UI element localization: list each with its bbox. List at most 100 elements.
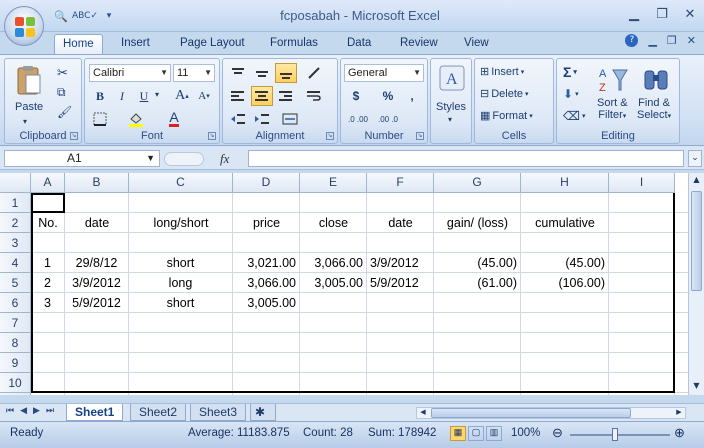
- print-preview-icon[interactable]: 🔍: [52, 7, 70, 25]
- insert-sheet-icon[interactable]: ✱: [250, 404, 276, 421]
- table-cell[interactable]: 3/9/2012: [370, 253, 430, 273]
- grow-font-icon[interactable]: A ▴: [171, 86, 193, 106]
- decrease-indent-icon[interactable]: [227, 109, 249, 129]
- table-cell[interactable]: short: [132, 253, 229, 273]
- table-cell[interactable]: 1: [34, 253, 61, 273]
- table-header-cell[interactable]: date: [367, 213, 434, 233]
- formula-input[interactable]: [248, 150, 684, 167]
- horizontal-scrollbar[interactable]: ◀ ▶: [416, 407, 686, 419]
- vertical-scrollbar[interactable]: ▲ ▼: [688, 173, 704, 395]
- align-middle-icon[interactable]: [251, 63, 273, 83]
- table-cell[interactable]: 29/8/12: [68, 253, 125, 273]
- cut-icon[interactable]: ✂: [57, 65, 68, 81]
- table-cell[interactable]: (45.00): [524, 253, 605, 273]
- tab-view[interactable]: View: [456, 34, 497, 54]
- tab-data[interactable]: Data: [339, 34, 379, 54]
- styles-button[interactable]: Styles: [436, 101, 466, 113]
- workbook-restore-icon[interactable]: ❐: [667, 34, 677, 47]
- restore-icon[interactable]: ❐: [654, 8, 670, 22]
- tab-insert[interactable]: Insert: [113, 34, 158, 54]
- styles-dropdown-icon[interactable]: ▾: [448, 115, 452, 124]
- select-all-corner[interactable]: [0, 173, 31, 193]
- column-header-g[interactable]: G: [434, 173, 521, 193]
- scroll-right-icon[interactable]: ▶: [673, 408, 685, 418]
- customize-qat-icon[interactable]: ▾: [100, 7, 118, 25]
- page-layout-view-icon[interactable]: ▢: [468, 426, 484, 441]
- fill-icon[interactable]: ⬇ ▾: [563, 87, 579, 101]
- sheet-nav-icons[interactable]: ⏮◀▶⏭: [6, 406, 60, 416]
- workbook-minimize-icon[interactable]: ▁: [648, 34, 656, 47]
- font-size-dropdown[interactable]: 11 ▼: [173, 64, 215, 82]
- normal-view-icon[interactable]: ▦: [450, 426, 466, 441]
- underline-dropdown-icon[interactable]: ▾: [155, 90, 159, 99]
- column-header-e[interactable]: E: [300, 173, 367, 193]
- sheet-tab-sheet3[interactable]: Sheet3: [190, 404, 247, 421]
- insert-cells-button[interactable]: ⊞ Insert ▾: [480, 65, 524, 79]
- sheet-tab-sheet2[interactable]: Sheet2: [130, 404, 187, 421]
- font-launcher-icon[interactable]: ↘: [208, 132, 216, 140]
- zoom-in-icon[interactable]: ⊕: [674, 425, 685, 441]
- table-cell[interactable]: 3,021.00: [236, 253, 296, 273]
- row-header-6[interactable]: 6: [0, 293, 31, 313]
- table-header-cell[interactable]: price: [233, 213, 300, 233]
- percent-button[interactable]: %: [377, 86, 399, 106]
- scroll-up-icon[interactable]: ▲: [691, 175, 702, 187]
- row-header-3[interactable]: 3: [0, 233, 31, 253]
- row-header-2[interactable]: 2: [0, 213, 31, 233]
- clear-icon[interactable]: ⌫ ▾: [563, 109, 585, 123]
- delete-cells-button[interactable]: ⊟ Delete ▾: [480, 87, 529, 101]
- font-name-dropdown[interactable]: Calibri ▼: [89, 64, 171, 82]
- align-center-icon[interactable]: [251, 86, 273, 106]
- zoom-slider-thumb[interactable]: [612, 428, 618, 441]
- table-cell[interactable]: (45.00): [437, 253, 517, 273]
- sheet-tab-sheet1[interactable]: Sheet1: [66, 404, 124, 421]
- decrease-decimal-button[interactable]: .00 .0: [373, 109, 403, 129]
- table-header-cell[interactable]: long/short: [129, 213, 233, 233]
- column-header-b[interactable]: B: [65, 173, 129, 193]
- table-cell[interactable]: long: [132, 273, 229, 293]
- underline-button[interactable]: U: [133, 86, 155, 106]
- table-cell[interactable]: (106.00): [524, 273, 605, 293]
- table-cell[interactable]: 3: [34, 293, 61, 313]
- vertical-scroll-thumb[interactable]: [691, 191, 702, 291]
- align-right-icon[interactable]: [275, 86, 297, 106]
- zoom-out-icon[interactable]: ⊖: [552, 425, 563, 441]
- copy-icon[interactable]: ⧉: [57, 85, 66, 100]
- comma-button[interactable]: ,: [401, 86, 423, 106]
- bold-button[interactable]: B: [89, 86, 111, 106]
- help-icon[interactable]: ?: [625, 34, 639, 47]
- workbook-close-icon[interactable]: ✕: [687, 34, 696, 47]
- fill-color-icon[interactable]: [125, 109, 147, 129]
- zoom-slider[interactable]: [570, 434, 670, 436]
- minimize-icon[interactable]: ▁: [626, 8, 642, 22]
- align-top-icon[interactable]: [227, 63, 249, 83]
- column-header-f[interactable]: F: [367, 173, 434, 193]
- format-painter-icon[interactable]: 🖌: [57, 105, 72, 119]
- horizontal-scroll-thumb[interactable]: [431, 408, 631, 418]
- scroll-down-icon[interactable]: ▼: [691, 381, 702, 393]
- currency-button[interactable]: $: [345, 86, 367, 106]
- autosum-icon[interactable]: Σ ▾: [563, 64, 577, 80]
- insert-function-icon[interactable]: fx: [220, 151, 229, 167]
- number-launcher-icon[interactable]: ↘: [416, 132, 424, 140]
- expand-formula-icon[interactable]: ⌄: [688, 150, 702, 167]
- clipboard-launcher-icon[interactable]: ↘: [70, 132, 78, 140]
- styles-icon[interactable]: A: [438, 64, 466, 92]
- row-header-4[interactable]: 4: [0, 253, 31, 273]
- row-header-1[interactable]: 1: [0, 193, 31, 213]
- table-header-cell[interactable]: gain/ (loss): [434, 213, 521, 233]
- orientation-icon[interactable]: [303, 63, 325, 83]
- row-header-9[interactable]: 9: [0, 353, 31, 373]
- merge-center-icon[interactable]: [279, 109, 301, 129]
- column-header-i[interactable]: I: [609, 173, 675, 193]
- increase-indent-icon[interactable]: [251, 109, 273, 129]
- tab-home[interactable]: Home: [54, 34, 103, 54]
- table-cell[interactable]: 3,066.00: [236, 273, 296, 293]
- row-header-8[interactable]: 8: [0, 333, 31, 353]
- office-button[interactable]: [4, 6, 44, 46]
- table-cell[interactable]: 3/9/2012: [68, 273, 125, 293]
- name-box[interactable]: A1 ▼: [4, 150, 160, 167]
- table-cell[interactable]: (61.00): [437, 273, 517, 293]
- table-cell[interactable]: 2: [34, 273, 61, 293]
- paste-dropdown-icon[interactable]: ▾: [23, 117, 27, 126]
